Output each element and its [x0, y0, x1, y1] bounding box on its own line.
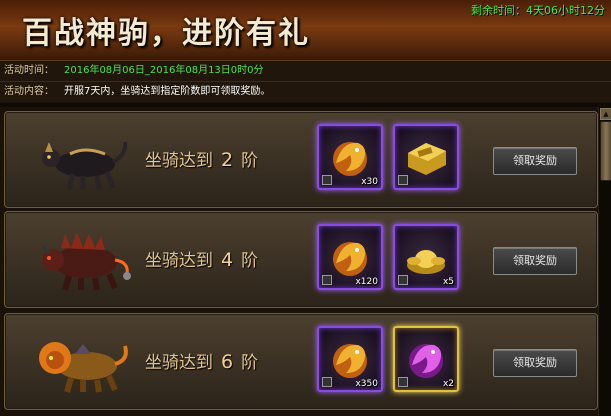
reward-slot[interactable]: x5 [393, 224, 459, 290]
reward-tier-row: 坐骑达到 4 阶 x120 x5 领取奖励 [4, 211, 598, 308]
reward-quantity: x2 [442, 379, 454, 389]
event-content-row: 活动内容： 开服7天内，坐骑达到指定阶数即可领取奖励。 [0, 82, 611, 102]
reward-slot[interactable]: x350 [317, 326, 383, 392]
reward-slot[interactable] [393, 124, 459, 190]
tier-prefix: 坐骑达到 [145, 353, 213, 373]
bind-lock-icon [398, 275, 408, 285]
reward-slot[interactable]: x30 [317, 124, 383, 190]
event-title: 百战神驹，进阶有礼 [22, 16, 310, 51]
reward-slot[interactable]: x2 [393, 326, 459, 392]
event-content-value: 开服7天内，坐骑达到指定阶数即可领取奖励。 [64, 86, 271, 97]
countdown-timer: 剩余时间：4天06小时12分 [471, 4, 605, 17]
reward-tier-list: 坐骑达到 2 阶 x30 领取奖励 坐骑达到 4 阶 x120 x5 领取奖励 … [0, 107, 611, 416]
event-time-row: 活动时间： 2016年08月06日_2016年08月13日0时0分 [0, 61, 611, 82]
reward-quantity: x120 [355, 277, 378, 287]
scroll-thumb[interactable] [600, 121, 611, 181]
bind-lock-icon [322, 275, 332, 285]
tier-suffix: 阶 [241, 151, 259, 171]
tier-suffix: 阶 [241, 353, 259, 373]
tier-requirement: 坐骑达到 4 阶 [145, 246, 258, 271]
flame-beast-mount-icon [41, 232, 131, 291]
tier-level: 6 [221, 351, 234, 373]
bind-lock-icon [398, 377, 408, 387]
event-content-label: 活动内容： [4, 86, 54, 97]
vertical-scrollbar[interactable]: ▲ [598, 107, 611, 416]
reward-quantity: x350 [355, 379, 378, 389]
tier-suffix: 阶 [241, 251, 259, 271]
claim-reward-button[interactable]: 领取奖励 [493, 349, 577, 377]
tier-prefix: 坐骑达到 [145, 151, 213, 171]
tier-prefix: 坐骑达到 [145, 251, 213, 271]
bind-lock-icon [322, 377, 332, 387]
claim-reward-button[interactable]: 领取奖励 [493, 247, 577, 275]
tier-level: 4 [221, 249, 234, 271]
reward-slot[interactable]: x120 [317, 224, 383, 290]
reward-quantity: x5 [442, 277, 454, 287]
event-time-value: 2016年08月06日_2016年08月13日0时0分 [64, 65, 264, 76]
reward-quantity: x30 [361, 177, 378, 187]
event-banner: 百战神驹，进阶有礼 剩余时间：4天06小时12分 [0, 0, 611, 61]
reward-tier-row: 坐骑达到 2 阶 x30 领取奖励 [4, 111, 598, 208]
tier-level: 2 [221, 149, 234, 171]
golden-lion-mount-icon [39, 342, 128, 393]
scroll-up-arrow-icon[interactable]: ▲ [600, 108, 611, 120]
event-time-label: 活动时间： [4, 65, 54, 76]
bind-lock-icon [322, 175, 332, 185]
bind-lock-icon [398, 175, 408, 185]
tier-requirement: 坐骑达到 6 阶 [145, 348, 258, 373]
tier-requirement: 坐骑达到 2 阶 [145, 146, 258, 171]
claim-reward-button[interactable]: 领取奖励 [493, 147, 577, 175]
black-panther-mount-icon [42, 141, 128, 191]
reward-tier-row: 坐骑达到 6 阶 x350 x2 领取奖励 [4, 313, 598, 410]
